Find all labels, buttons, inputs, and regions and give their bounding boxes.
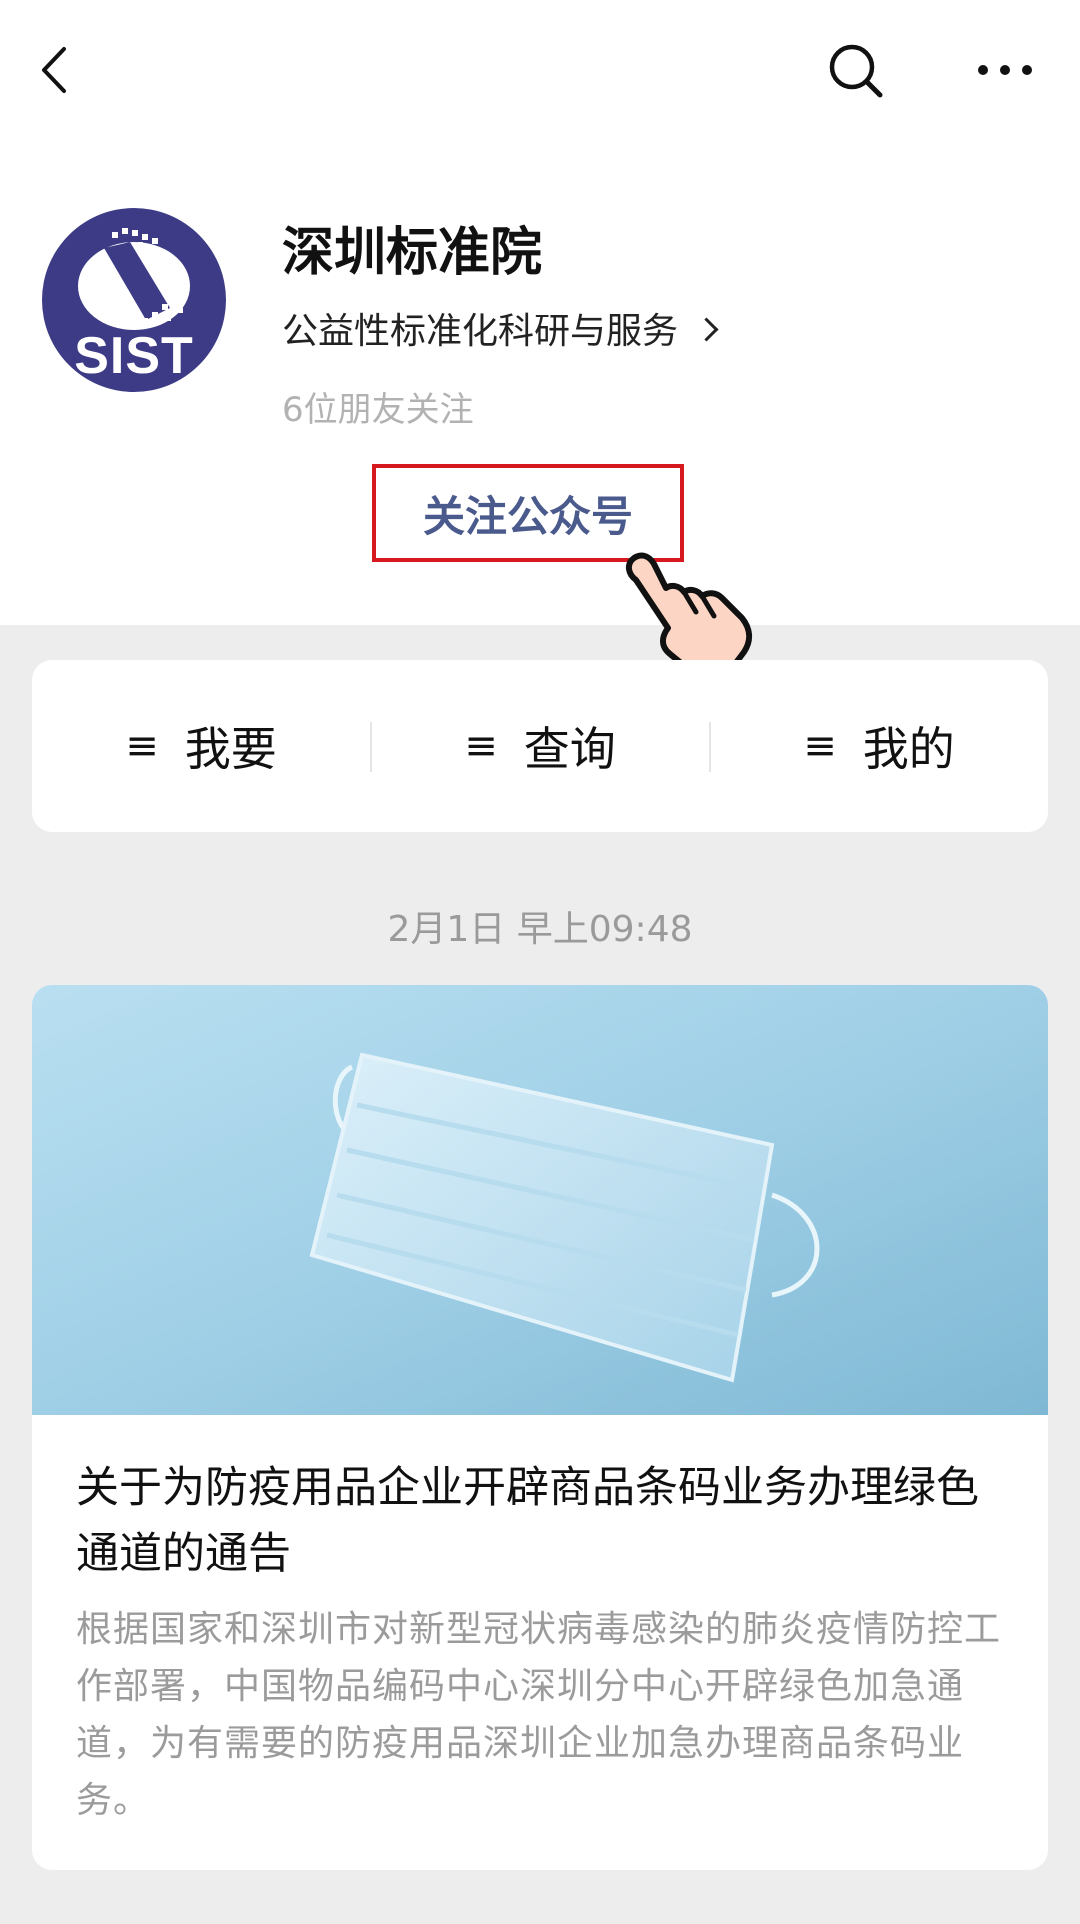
menu-icon: ≡: [464, 723, 498, 769]
menu-item-label: 查询: [523, 722, 616, 776]
menu-icon: ≡: [803, 723, 837, 769]
top-nav-bar: [0, 0, 1080, 140]
back-icon[interactable]: [30, 35, 90, 105]
avatar-text: SIST: [74, 327, 194, 385]
friends-following-count: 6位朋友关注: [282, 390, 474, 430]
account-avatar[interactable]: SIST: [42, 208, 226, 392]
account-profile: SIST 深圳标准院 公益性标准化科研与服务 6位朋友关注 关注公众号: [0, 140, 1080, 625]
article-cover-image: [32, 985, 1048, 1415]
menu-item-label: 我要: [184, 722, 277, 776]
official-account-page: SIST 深圳标准院 公益性标准化科研与服务 6位朋友关注 关注公众号 ≡ 我要…: [0, 0, 1080, 1924]
account-description: 公益性标准化科研与服务: [282, 311, 679, 352]
article-title: 关于为防疫用品企业开辟商品条码业务办理绿色通道的通告: [76, 1463, 979, 1579]
menu-icon: ≡: [125, 723, 159, 769]
account-menu-bar: ≡ 我要 ≡ 查询 ≡ 我的: [32, 660, 1048, 832]
menu-item-label: 我的: [862, 722, 955, 776]
menu-item-wode[interactable]: ≡ 我的: [710, 660, 1048, 832]
menu-item-woyao[interactable]: ≡ 我要: [32, 660, 370, 832]
follow-button-label: 关注公众号: [422, 491, 633, 541]
article-card[interactable]: 关于为防疫用品企业开辟商品条码业务办理绿色通道的通告 根据国家和深圳市对新型冠状…: [32, 985, 1048, 1870]
search-icon[interactable]: [820, 35, 890, 105]
chevron-right-icon: [694, 316, 719, 342]
message-timestamp: 2月1日 早上09:48: [387, 909, 693, 950]
article-summary: 根据国家和深圳市对新型冠状病毒感染的肺炎疫情防控工作部署，中国物品编码中心深圳分…: [76, 1609, 1002, 1821]
account-name: 深圳标准院: [282, 223, 543, 283]
account-description-link[interactable]: 公益性标准化科研与服务: [282, 302, 719, 354]
menu-item-chaxun[interactable]: ≡ 查询: [371, 660, 709, 832]
more-options-icon[interactable]: [965, 35, 1045, 105]
